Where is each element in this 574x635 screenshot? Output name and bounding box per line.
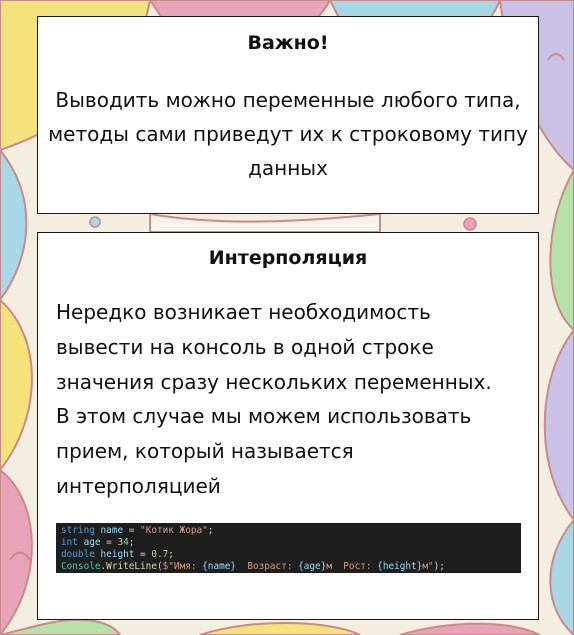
- code-line-4: Console.WriteLine($"Имя: {name} Возраст:…: [61, 561, 445, 572]
- interpolation-card: Интерполяция Нередко возникает необходим…: [37, 232, 539, 620]
- important-note-card: Важно! Выводить можно переменные любого …: [37, 16, 539, 214]
- code-line-3: double height = 0.7;: [61, 549, 174, 560]
- interpolation-title: Интерполяция: [208, 247, 368, 269]
- important-note-title: Важно!: [247, 32, 329, 54]
- code-line-2: int age = 34;: [61, 537, 135, 548]
- important-note-text: Выводить можно переменные любого типа, м…: [48, 88, 528, 180]
- code-snippet: string name = "Котик Жора"; int age = 34;…: [56, 523, 521, 573]
- code-line-1: string name = "Котик Жора";: [61, 525, 214, 536]
- interpolation-text: Нередко возникает необходимость вывести …: [56, 300, 492, 498]
